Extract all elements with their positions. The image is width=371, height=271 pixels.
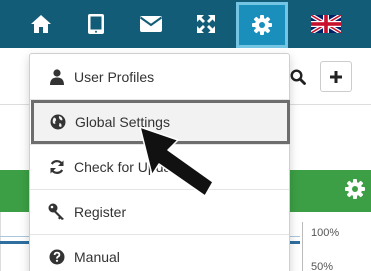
app-screen: 100% 50% User Profiles Global Settings C… xyxy=(0,0,371,271)
globe-icon xyxy=(49,113,67,131)
menu-item-label: Check for Upda xyxy=(74,159,172,175)
menu-item-label: User Profiles xyxy=(74,69,155,85)
nav-fullscreen-button[interactable] xyxy=(184,4,228,44)
search-icon xyxy=(290,68,306,85)
gear-icon xyxy=(252,15,272,35)
menu-item-global-settings[interactable]: Global Settings xyxy=(31,100,290,144)
menu-item-check-for-updates[interactable]: Check for Upda xyxy=(30,145,289,189)
menu-item-label: Register xyxy=(74,204,127,220)
axis-label-middle: 50% xyxy=(311,261,334,271)
refresh-icon xyxy=(48,158,66,176)
menu-item-manual[interactable]: Manual xyxy=(30,235,289,271)
nav-tablet-button[interactable] xyxy=(74,4,118,44)
menu-item-label: Global Settings xyxy=(75,114,170,130)
nav-settings-button[interactable] xyxy=(236,2,288,48)
envelope-icon xyxy=(139,16,163,32)
plus-icon xyxy=(330,70,342,83)
key-icon xyxy=(48,203,66,221)
gear-icon xyxy=(345,179,365,199)
widget-settings-button[interactable] xyxy=(345,179,365,204)
tablet-icon xyxy=(88,14,104,34)
nav-mail-button[interactable] xyxy=(129,4,173,44)
home-icon xyxy=(31,15,51,33)
nav-home-button[interactable] xyxy=(19,4,63,44)
add-button[interactable] xyxy=(320,61,352,92)
question-circle-icon xyxy=(48,248,66,266)
nav-language-button[interactable] xyxy=(303,4,349,44)
settings-dropdown-menu: User Profiles Global Settings Check for … xyxy=(29,53,290,271)
top-nav-bar xyxy=(0,0,371,48)
expand-arrows-icon xyxy=(197,15,215,33)
user-icon xyxy=(48,68,66,86)
menu-item-label: Manual xyxy=(74,249,120,265)
uk-flag-icon xyxy=(311,15,341,33)
chart-axis xyxy=(302,222,303,271)
menu-item-user-profiles[interactable]: User Profiles xyxy=(30,55,289,99)
menu-item-register[interactable]: Register xyxy=(30,190,289,234)
axis-label-top: 100% xyxy=(311,227,340,239)
